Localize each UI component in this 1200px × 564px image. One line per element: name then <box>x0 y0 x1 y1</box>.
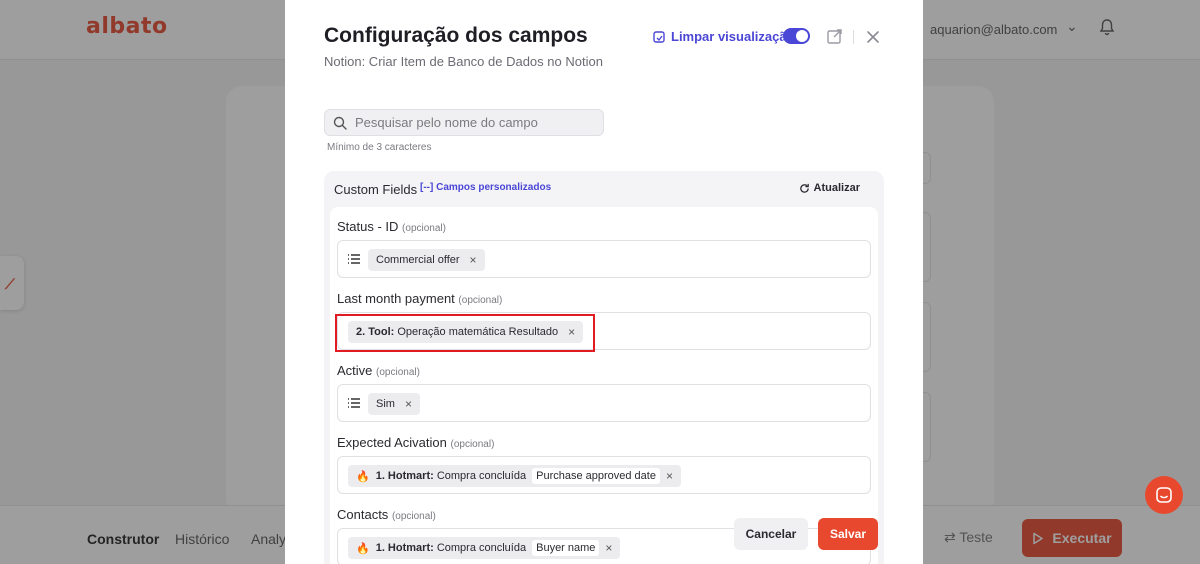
clear-view-button[interactable]: Limpar visualização <box>653 29 795 44</box>
panel-title: Custom Fields <box>334 182 418 197</box>
refresh-icon <box>799 183 809 193</box>
value-chip[interactable]: 🔥 1. Hotmart: Compra concluída Buyer nam… <box>348 537 621 559</box>
field-label-active: Active (opcional) <box>337 363 420 378</box>
field-label-contacts: Contacts (opcional) <box>337 507 436 522</box>
chat-button[interactable] <box>1145 476 1183 514</box>
custom-fields-tag: [--] Campos personalizados <box>420 182 552 193</box>
clear-view-toggle[interactable] <box>783 28 810 44</box>
modal-subtitle: Notion: Criar Item de Banco de Dados no … <box>324 54 603 69</box>
list-icon <box>348 398 360 408</box>
divider <box>853 30 854 44</box>
modal-footer: Cancelar Salvar <box>726 507 896 563</box>
field-status-input[interactable]: Commercial offer × <box>337 240 871 278</box>
value-chip[interactable]: Commercial offer × <box>368 249 485 271</box>
hotmart-icon: 🔥 <box>356 470 370 483</box>
search-hint: Mínimo de 3 caracteres <box>327 142 432 153</box>
field-expected-activation-input[interactable]: 🔥 1. Hotmart: Compra concluída Purchase … <box>337 456 871 494</box>
remove-chip-icon[interactable]: × <box>470 253 477 267</box>
remove-chip-icon[interactable]: × <box>666 469 673 483</box>
search-icon <box>333 116 347 130</box>
remove-chip-icon[interactable]: × <box>405 397 412 411</box>
field-label-last-month-payment: Last month payment (opcional) <box>337 291 503 306</box>
modal-title: Configuração dos campos <box>324 24 588 47</box>
open-external-icon[interactable] <box>826 28 844 46</box>
clear-view-icon <box>653 30 665 43</box>
field-label-status: Status - ID (opcional) <box>337 219 446 234</box>
value-chip[interactable]: 🔥 1. Hotmart: Compra concluída Purchase … <box>348 465 681 487</box>
hotmart-icon: 🔥 <box>356 542 370 555</box>
search-input[interactable] <box>355 115 595 130</box>
chat-icon <box>1156 487 1172 503</box>
value-chip[interactable]: Sim × <box>368 393 420 415</box>
refresh-button[interactable]: Atualizar <box>799 182 860 194</box>
custom-fields-panel: Custom Fields [--] Campos personalizados… <box>324 171 884 564</box>
remove-chip-icon[interactable]: × <box>605 541 612 555</box>
list-icon <box>348 254 360 264</box>
save-button[interactable]: Salvar <box>818 518 878 550</box>
field-label-expected-activation: Expected Acivation (opcional) <box>337 435 495 450</box>
toggle-knob <box>796 30 808 42</box>
highlight-annotation <box>335 314 595 352</box>
field-active-input[interactable]: Sim × <box>337 384 871 422</box>
cancel-button[interactable]: Cancelar <box>734 518 808 550</box>
field-config-modal: Configuração dos campos Notion: Criar It… <box>285 0 923 564</box>
close-icon[interactable] <box>864 28 882 46</box>
search-field[interactable] <box>324 109 604 136</box>
